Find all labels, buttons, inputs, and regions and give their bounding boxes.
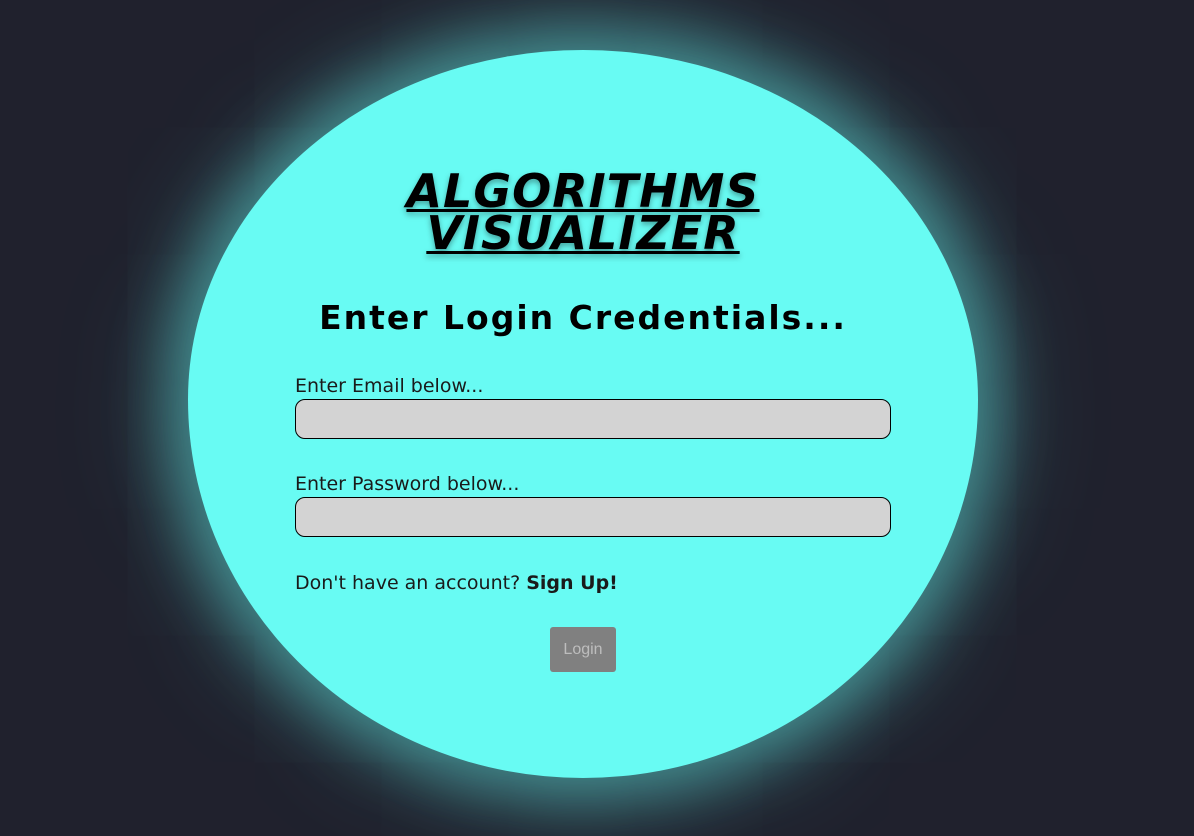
login-page: ALGORITHMS VISUALIZER Enter Login Creden… <box>0 0 1194 836</box>
signup-link[interactable]: Sign Up! <box>526 572 618 594</box>
email-label: Enter Email below... <box>295 375 484 397</box>
password-label: Enter Password below... <box>295 473 520 495</box>
app-title-line2: VISUALIZER <box>426 206 740 260</box>
login-button[interactable]: Login <box>550 627 616 672</box>
email-field[interactable] <box>295 399 891 439</box>
app-title: ALGORITHMS VISUALIZER <box>280 168 886 260</box>
login-heading: Enter Login Credentials... <box>319 298 847 337</box>
signup-prompt-row: Don't have an account? Sign Up! <box>295 572 618 594</box>
password-field[interactable] <box>295 497 891 537</box>
signup-prompt: Don't have an account? <box>295 572 521 594</box>
